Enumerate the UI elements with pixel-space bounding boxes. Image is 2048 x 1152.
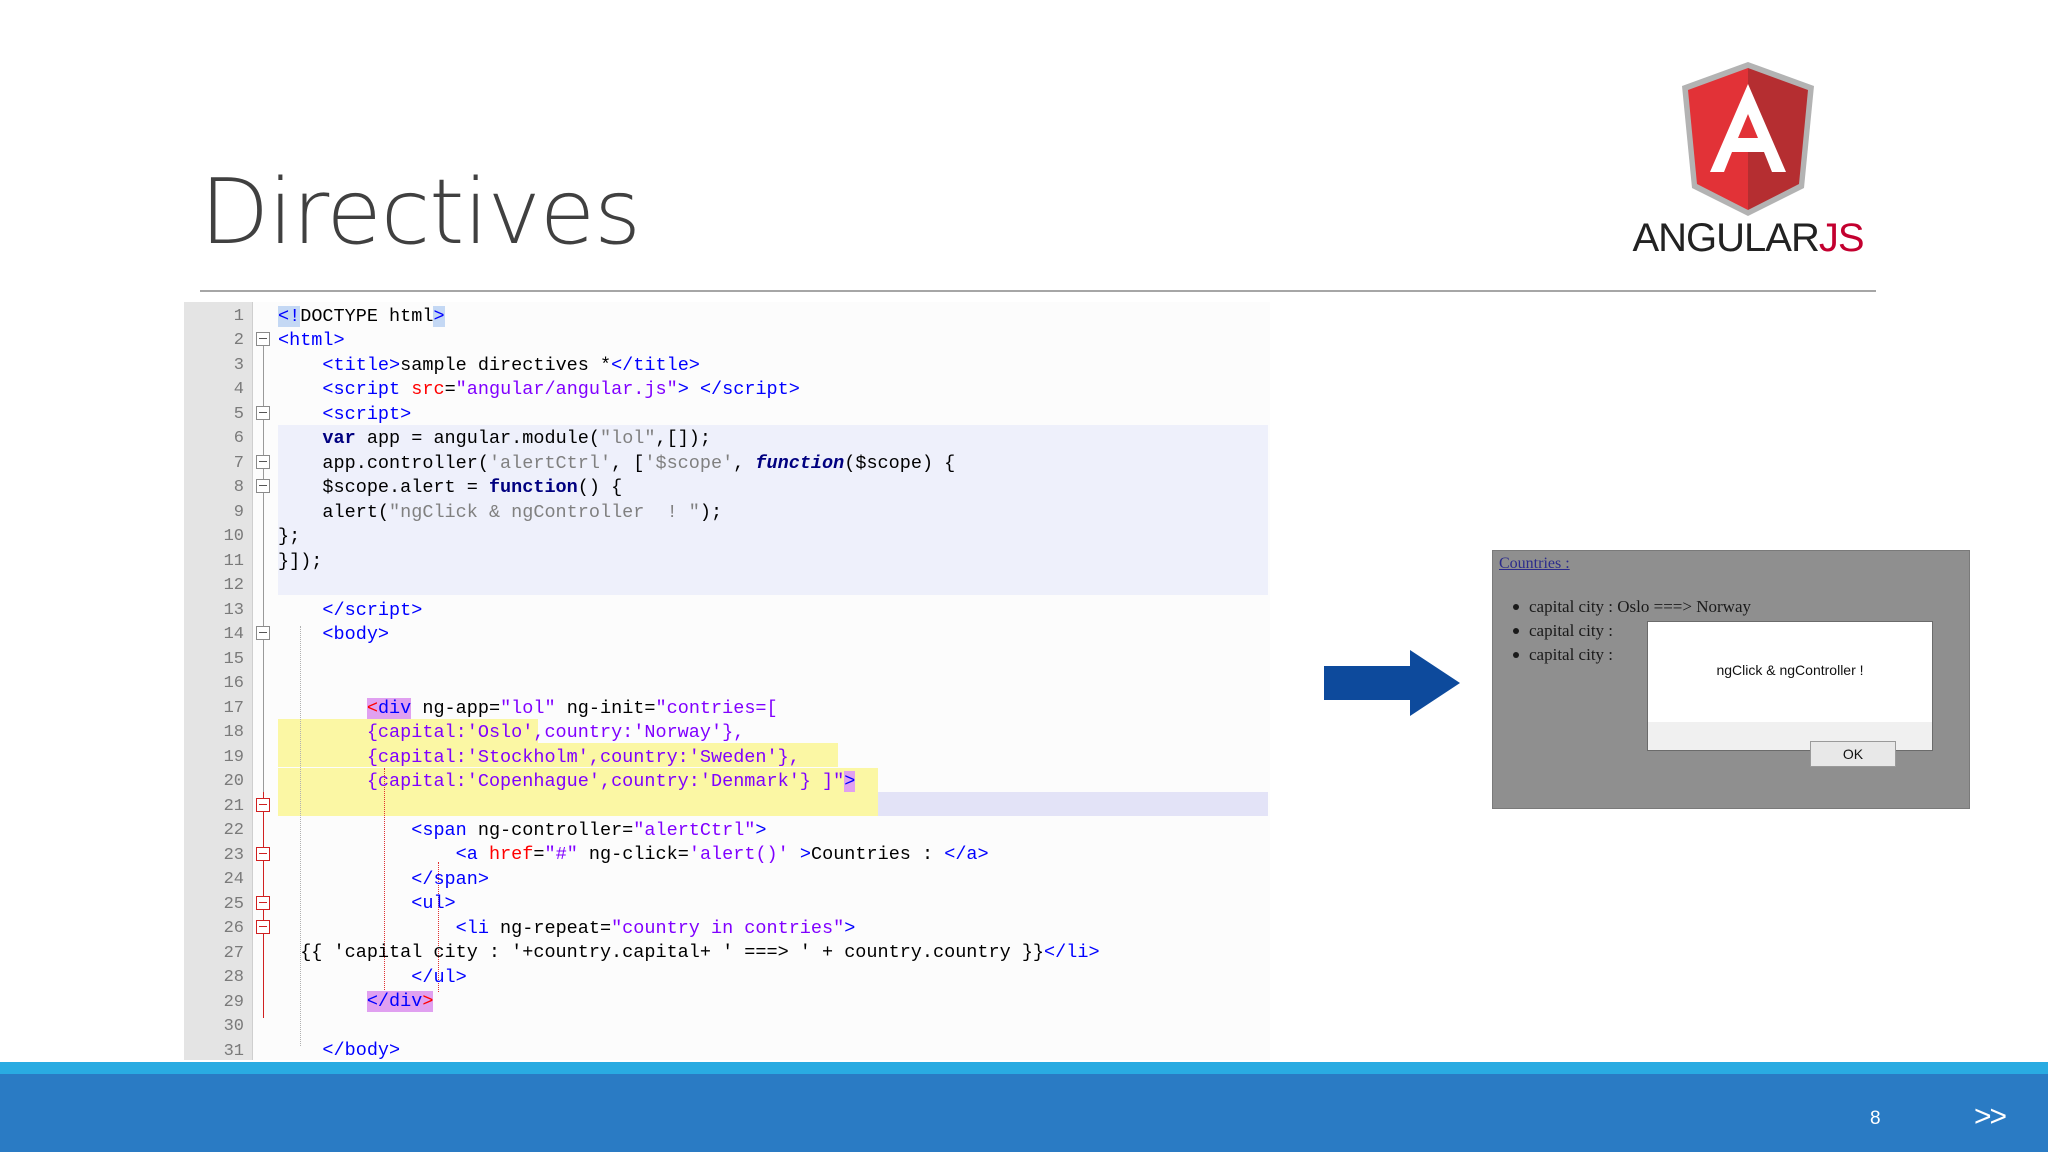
code-line: <html> [278, 330, 345, 351]
slide-title: Directives [200, 160, 641, 265]
line-number: 2 [233, 331, 244, 350]
line-number: 5 [233, 405, 244, 424]
fold-toggle-icon[interactable] [256, 626, 270, 640]
line-number: 3 [233, 356, 244, 375]
line-number: 18 [223, 723, 244, 742]
fold-toggle-icon[interactable] [256, 920, 270, 934]
code-line: <!DOCTYPE html> [278, 306, 445, 327]
code-line: </span> [411, 869, 489, 890]
page-number: 8 [1870, 1108, 1881, 1129]
line-number: 25 [223, 895, 244, 914]
right-arrow-icon [1324, 650, 1460, 716]
code-line: <a href="#" ng-click='alert()' >Countrie… [455, 844, 989, 865]
line-number: 22 [223, 821, 244, 840]
line-number: 27 [223, 944, 244, 963]
fold-toggle-icon[interactable] [256, 798, 270, 812]
line-number: 30 [223, 1017, 244, 1036]
code-line: alert("ngClick & ngController ! "); [278, 502, 723, 523]
line-number: 4 [233, 380, 244, 399]
code-line: <title>sample directives *</title> [322, 355, 700, 376]
code-line: {{ 'capital city : '+country.capital+ ' … [278, 942, 1100, 963]
line-number: 31 [223, 1042, 244, 1060]
code-line: <body> [322, 624, 390, 645]
code-line: </script> [322, 600, 423, 621]
current-line-highlight [878, 792, 1268, 816]
code-line: {capital:'Copenhague',country:'Denmark'}… [366, 771, 856, 792]
code-line: app.controller('alertCtrl', ['$scope', f… [278, 453, 956, 474]
slide: Directives ANGULARJS 1 2 3 4 5 6 7 8 9 1… [0, 0, 2048, 1152]
line-number: 16 [223, 674, 244, 693]
footer-accent-bar [0, 1062, 2048, 1074]
code-line: <ul> [411, 893, 456, 914]
footer-bar [0, 1074, 2048, 1152]
fold-toggle-icon[interactable] [256, 896, 270, 910]
code-line: $scope.alert = function() { [278, 477, 623, 498]
ok-button[interactable]: OK [1810, 741, 1896, 767]
code-line: <li ng-repeat="country in contries"> [455, 918, 856, 939]
alert-dialog: ngClick & ngController ! [1647, 621, 1933, 751]
fold-toggle-icon[interactable] [256, 332, 270, 346]
line-number: 10 [223, 527, 244, 546]
line-number: 19 [223, 748, 244, 767]
fold-toggle-icon[interactable] [256, 455, 270, 469]
code-line: </body> [322, 1040, 401, 1060]
line-number: 17 [223, 699, 244, 718]
line-number: 23 [223, 846, 244, 865]
line-number: 26 [223, 919, 244, 938]
line-number: 20 [223, 772, 244, 791]
angular-shield-icon [1682, 62, 1814, 216]
code-editor-screenshot: 1 2 3 4 5 6 7 8 9 10 11 12 13 14 15 16 1… [184, 302, 1270, 1060]
fold-toggle-icon[interactable] [256, 406, 270, 420]
line-number: 24 [223, 870, 244, 889]
code-line: <span ng-controller="alertCtrl"> [411, 820, 767, 841]
line-number: 1 [233, 307, 244, 326]
line-number: 9 [233, 503, 244, 522]
angularjs-wordmark: ANGULARJS [1632, 216, 1864, 260]
line-number: 28 [223, 968, 244, 987]
code-line: }]); [278, 551, 323, 572]
code-line: <script> [322, 404, 412, 425]
line-number: 14 [223, 625, 244, 644]
line-number: 7 [233, 454, 244, 473]
code-line: </ul> [411, 967, 467, 988]
line-number: 21 [223, 797, 244, 816]
code-line: {capital:'Oslo',country:'Norway'}, [366, 722, 745, 743]
alert-message: ngClick & ngController ! [1716, 662, 1864, 678]
code-line: <script src="angular/angular.js"> </scri… [322, 379, 800, 400]
code-line: var app = angular.module("lol",[]); [322, 428, 712, 449]
fold-toggle-icon[interactable] [256, 479, 270, 493]
line-number: 13 [223, 601, 244, 620]
next-slide-button[interactable]: >> [1974, 1100, 2007, 1134]
selection-highlight [278, 792, 878, 816]
title-divider [200, 290, 1876, 292]
browser-output-screenshot: Countries : capital city : Oslo ===> Nor… [1492, 550, 1970, 809]
line-number: 11 [223, 552, 244, 571]
line-number: 15 [223, 650, 244, 669]
fold-toggle-icon[interactable] [256, 847, 270, 861]
code-line: }; [278, 526, 301, 547]
angularjs-logo: ANGULARJS [1628, 58, 1868, 268]
code-line: </div> [366, 991, 434, 1012]
line-number: 8 [233, 478, 244, 497]
code-line: <div ng-app="lol" ng-init="contries=[ [366, 698, 778, 719]
countries-link[interactable]: Countries : [1499, 555, 1570, 573]
line-number: 6 [233, 429, 244, 448]
line-number: 12 [223, 576, 244, 595]
list-item: capital city : Oslo ===> Norway [1513, 595, 1751, 619]
line-number: 29 [223, 993, 244, 1012]
code-line: {capital:'Stockholm',country:'Sweden'}, [366, 747, 800, 768]
